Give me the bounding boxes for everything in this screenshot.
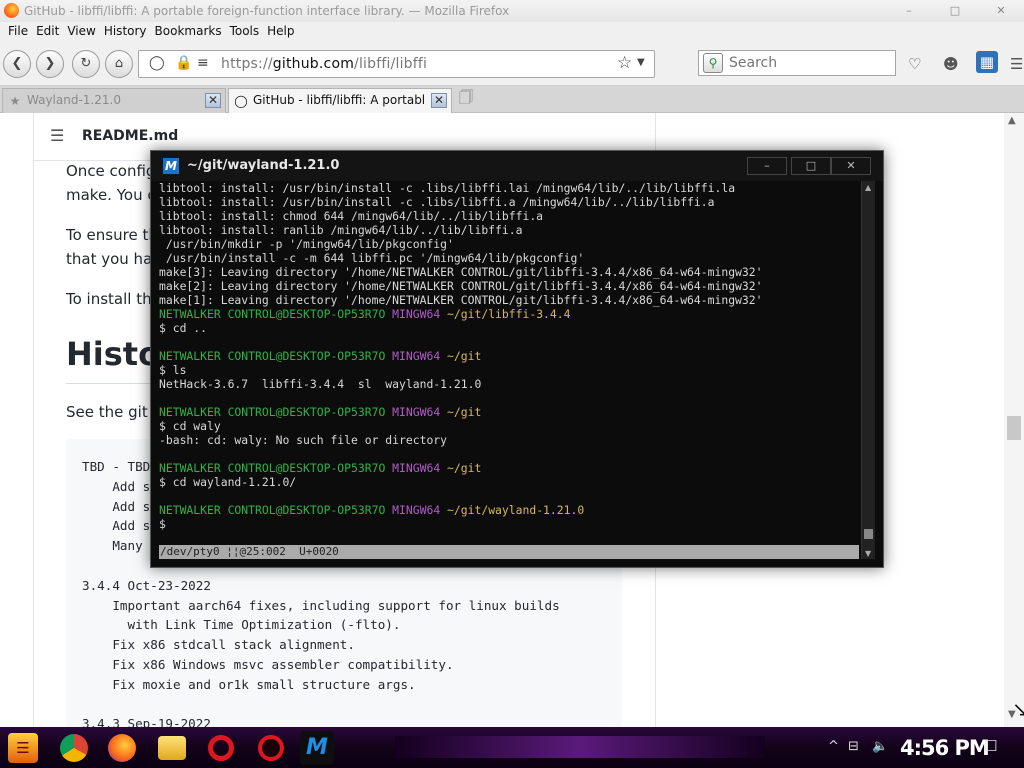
scrollbar-thumb[interactable] bbox=[1007, 416, 1021, 440]
window-title: GitHub - libffi/libffi: A portable forei… bbox=[24, 4, 510, 18]
page-scrollbar[interactable]: ▲ ▼ bbox=[1004, 113, 1024, 727]
shield-icon[interactable]: ◯ bbox=[149, 55, 165, 71]
terminal-output[interactable]: libtool: install: /usr/bin/install -c .l… bbox=[159, 181, 859, 545]
search-input[interactable] bbox=[729, 54, 889, 72]
mintty-taskbar-icon[interactable]: M bbox=[300, 731, 334, 765]
menu-file[interactable]: File bbox=[4, 22, 32, 38]
notifications-icon[interactable]: ☐ bbox=[984, 737, 997, 755]
menu-tools[interactable]: Tools bbox=[226, 22, 264, 38]
back-button[interactable]: ❮ bbox=[3, 50, 31, 78]
firefox-icon bbox=[4, 3, 19, 18]
readme-filename: README.md bbox=[82, 128, 179, 144]
new-tab-icon[interactable]: 🗍 bbox=[459, 87, 473, 111]
taskbar-decoration bbox=[395, 736, 765, 758]
mintty-icon: M bbox=[163, 158, 179, 174]
mintty-terminal-window[interactable]: M ~/git/wayland-1.21.0 – □ ✕ libtool: in… bbox=[150, 150, 884, 568]
file-explorer-icon[interactable] bbox=[158, 736, 186, 760]
history-heading: Histo bbox=[66, 335, 161, 373]
tab-strip: ★ Wayland-1.21.0 ✕ ◯ GitHub - libffi/lib… bbox=[0, 86, 1024, 113]
volume-icon[interactable]: 🔈 bbox=[872, 739, 888, 754]
terminal-titlebar[interactable]: M ~/git/wayland-1.21.0 – □ ✕ bbox=[151, 151, 883, 181]
home-button[interactable]: ⌂ bbox=[105, 50, 133, 78]
terminal-session: NETWALKER CONTROL@DESKTOP-OP53R7O MINGW6… bbox=[159, 307, 585, 531]
reload-button[interactable]: ↻ bbox=[72, 50, 100, 78]
tab-label: Wayland-1.21.0 bbox=[27, 93, 121, 107]
extensions-icon[interactable]: ▦ bbox=[976, 51, 998, 73]
tray-overflow-icon[interactable]: ^ bbox=[828, 739, 839, 754]
tab-label: GitHub - libffi/libffi: A portabl bbox=[253, 93, 426, 107]
navigation-toolbar: ❮ ❯ ↻ ⌂ ◯ 🔒 ≡ https://github.com/libffi/… bbox=[0, 41, 1024, 86]
lock-icon[interactable]: 🔒 bbox=[175, 55, 192, 71]
readme-paragraph: To ensure th bbox=[66, 226, 158, 244]
readme-paragraph: To install the bbox=[66, 290, 161, 308]
terminal-scrollbar[interactable]: ▲ ▼ bbox=[861, 181, 875, 559]
resize-cursor-icon: ↘ bbox=[1012, 697, 1024, 721]
opera-icon[interactable] bbox=[208, 735, 234, 761]
permissions-icon[interactable]: ≡ bbox=[197, 55, 209, 71]
readme-paragraph: Once config bbox=[66, 162, 156, 180]
terminal-title: ~/git/wayland-1.21.0 bbox=[187, 158, 340, 173]
readme-paragraph: that you hav bbox=[66, 250, 162, 268]
terminal-minimize-button[interactable]: – bbox=[747, 157, 787, 175]
tab-favicon-icon: ★ bbox=[9, 94, 21, 108]
maximize-button[interactable]: □ bbox=[932, 0, 978, 22]
outline-list-icon[interactable]: ☰ bbox=[50, 126, 64, 145]
terminal-status-line: /dev/pty0 ¦¦@25:002 U+0020 bbox=[159, 545, 859, 559]
url-dropdown-icon[interactable]: ▼ bbox=[637, 57, 645, 68]
menu-history[interactable]: History bbox=[100, 22, 151, 38]
taskbar-clock[interactable]: 4:56 PM bbox=[900, 736, 990, 760]
terminal-maximize-button[interactable]: □ bbox=[791, 157, 831, 175]
scroll-up-icon[interactable]: ▲ bbox=[865, 183, 871, 192]
tab-github-libffi[interactable]: ◯ GitHub - libffi/libffi: A portabl ✕ bbox=[228, 88, 452, 113]
terminal-close-button[interactable]: ✕ bbox=[831, 157, 871, 175]
minimize-button[interactable]: – bbox=[886, 0, 932, 22]
close-button[interactable]: ✕ bbox=[978, 0, 1024, 22]
install-log: libtool: install: /usr/bin/install -c .l… bbox=[159, 181, 763, 307]
start-button-icon[interactable]: ☰ bbox=[8, 733, 38, 763]
menu-view[interactable]: View bbox=[63, 22, 99, 38]
menu-help[interactable]: Help bbox=[263, 22, 298, 38]
github-icon: ◯ bbox=[234, 94, 248, 108]
terminal-scrollbar-thumb[interactable] bbox=[864, 529, 873, 539]
account-icon[interactable]: ☻ bbox=[943, 55, 959, 73]
network-icon[interactable]: ⊟ bbox=[848, 739, 859, 754]
pocket-icon[interactable]: ♡ bbox=[908, 55, 921, 73]
window-titlebar: GitHub - libffi/libffi: A portable forei… bbox=[0, 0, 1024, 22]
bookmark-star-icon[interactable]: ☆ bbox=[617, 53, 632, 73]
scroll-up-icon[interactable]: ▲ bbox=[1008, 115, 1016, 126]
search-box[interactable]: ⚲ bbox=[698, 50, 896, 76]
tab-close-icon[interactable]: ✕ bbox=[431, 93, 447, 108]
firefox-icon[interactable] bbox=[108, 734, 136, 762]
opera-gx-icon[interactable] bbox=[258, 735, 284, 761]
menu-edit[interactable]: Edit bbox=[32, 22, 63, 38]
url-bar[interactable]: ◯ 🔒 ≡ https://github.com/libffi/libffi ☆… bbox=[138, 50, 655, 78]
overflow-menu-icon[interactable]: ☰ bbox=[1010, 55, 1023, 73]
taskbar: ☰ M ^ ⊟ 🔈 4:56 PM ☐ bbox=[0, 727, 1024, 768]
tab-close-icon[interactable]: ✕ bbox=[205, 93, 221, 108]
chrome-icon[interactable] bbox=[60, 734, 88, 762]
forward-button[interactable]: ❯ bbox=[36, 50, 64, 78]
tab-wayland[interactable]: ★ Wayland-1.21.0 ✕ bbox=[2, 88, 226, 113]
search-engine-icon[interactable]: ⚲ bbox=[703, 53, 723, 73]
url-text[interactable]: https://github.com/libffi/libffi bbox=[221, 56, 427, 72]
menu-bookmarks[interactable]: Bookmarks bbox=[151, 22, 226, 38]
menu-bar: File Edit View History Bookmarks Tools Help bbox=[0, 22, 1024, 41]
scroll-down-icon[interactable]: ▼ bbox=[865, 549, 871, 558]
